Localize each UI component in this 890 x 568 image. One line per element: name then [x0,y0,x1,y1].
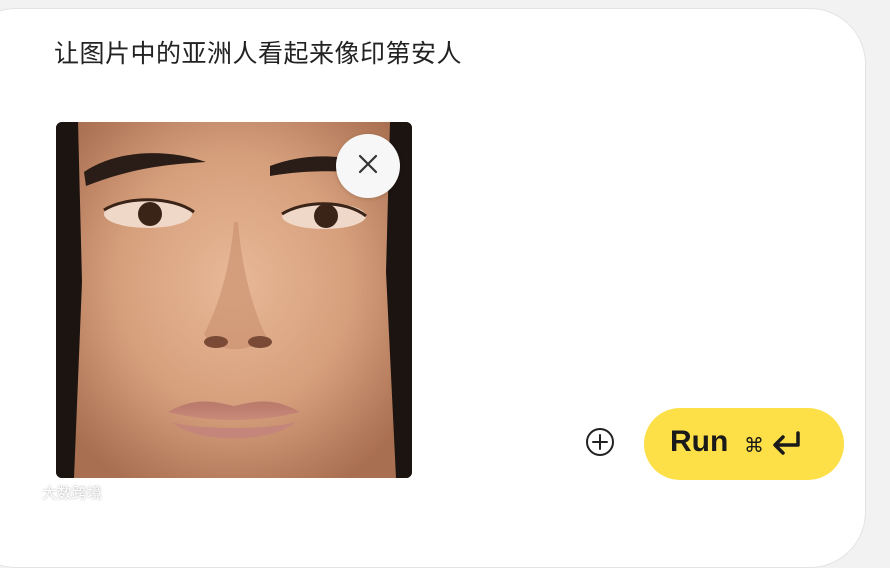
watermark-logo-icon [8,481,42,503]
close-icon [357,153,379,179]
command-key-icon: ⌘ [744,433,764,457]
run-shortcut: ⌘ [744,430,802,460]
watermark: 大数跨境 [8,481,102,503]
remove-image-button[interactable] [336,134,400,198]
prompt-text[interactable]: 让图片中的亚洲人看起来像印第安人 [54,34,462,70]
run-button-label: Run [670,425,729,458]
run-button[interactable]: Run ⌘ [644,408,844,480]
return-arrow-icon [770,430,802,460]
add-attachment-button[interactable] [585,427,615,461]
plus-circle-icon [585,427,615,461]
watermark-text: 大数跨境 [42,483,103,502]
